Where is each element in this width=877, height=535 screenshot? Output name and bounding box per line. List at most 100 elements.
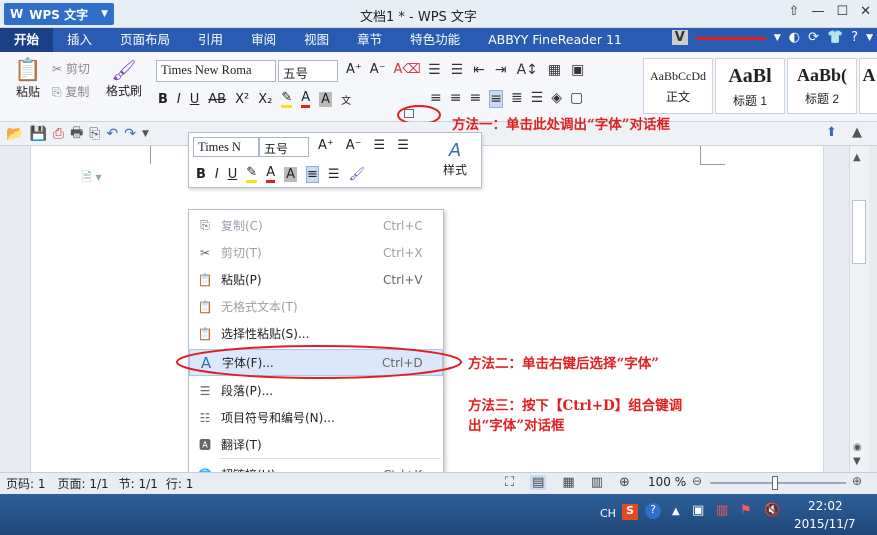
- bullets-icon[interactable]: ☰: [428, 62, 441, 78]
- menu-item-translate[interactable]: 🅰 翻译(T): [189, 431, 443, 458]
- scrollbar-thumb[interactable]: [852, 200, 866, 264]
- char-shading-icon[interactable]: A: [319, 91, 333, 107]
- menu-item-bullets[interactable]: ☷ 项目符号和编号(N)...: [189, 404, 443, 431]
- font-color-icon[interactable]: A: [301, 90, 311, 108]
- user-avatar[interactable]: V: [671, 30, 688, 45]
- app-menu-button[interactable]: W WPS 文字 ▼: [4, 3, 114, 25]
- shrink-font-icon[interactable]: A⁻: [370, 62, 386, 77]
- justify-icon[interactable]: ≡: [489, 90, 503, 108]
- tray-app-icon[interactable]: ▣: [692, 503, 704, 518]
- menu-item-cut[interactable]: ✂ 剪切(T) Ctrl+X: [189, 239, 443, 266]
- tab-home[interactable]: 开始: [0, 28, 54, 52]
- menu-item-paragraph[interactable]: ☰ 段落(P)...: [189, 377, 443, 404]
- style-normal[interactable]: AaBbCcDd 正文: [643, 58, 713, 114]
- bold-icon[interactable]: B: [158, 92, 168, 107]
- restore-ribbon-icon[interactable]: ⇧: [789, 4, 800, 19]
- mini-font-color-icon[interactable]: A: [266, 165, 276, 183]
- font-size-select[interactable]: 五号: [278, 60, 338, 82]
- flag-icon[interactable]: ⚑: [740, 503, 752, 518]
- chevron-down-icon[interactable]: ▼: [142, 129, 149, 139]
- upload-icon[interactable]: ⬆: [826, 125, 837, 140]
- copy-button[interactable]: ⎘ 复制: [52, 83, 90, 100]
- style-heading-2[interactable]: AaBb(标题 2: [787, 58, 857, 114]
- mini-shading-icon[interactable]: A: [284, 166, 297, 182]
- mini-numbering-icon[interactable]: ☰: [397, 138, 409, 153]
- print-icon[interactable]: 🖶: [70, 122, 83, 146]
- align-center-icon[interactable]: ≡: [450, 90, 462, 108]
- mini-shrink-font-icon[interactable]: A⁻: [346, 138, 362, 153]
- prev-page-icon[interactable]: ▲: [853, 152, 861, 163]
- tab-references[interactable]: 引用: [184, 28, 237, 52]
- zoom-slider[interactable]: [710, 482, 846, 484]
- font-name-select[interactable]: Times New Roma: [156, 60, 276, 82]
- mini-font-name-select[interactable]: Times N: [193, 137, 259, 157]
- tab-chapter[interactable]: 章节: [343, 28, 396, 52]
- tab-insert[interactable]: 插入: [53, 28, 106, 52]
- chevron-down-icon[interactable]: ▼: [774, 33, 781, 43]
- mini-underline-icon[interactable]: U: [228, 167, 238, 182]
- minimize-button[interactable]: —: [811, 4, 824, 19]
- save-icon[interactable]: 💾: [29, 126, 46, 142]
- clock-date[interactable]: 2015/11/7: [794, 517, 856, 531]
- select-browse-icon[interactable]: ◉: [853, 442, 862, 453]
- paste-button[interactable]: 📋 粘贴: [10, 58, 46, 100]
- zoom-slider-thumb[interactable]: [772, 476, 778, 490]
- skin-icon[interactable]: 👕: [827, 30, 843, 45]
- increase-indent-icon[interactable]: ⇥: [495, 62, 507, 78]
- show-marks-icon[interactable]: ▣: [571, 62, 584, 78]
- tab-view[interactable]: 视图: [290, 28, 343, 52]
- style-more[interactable]: A: [859, 58, 877, 114]
- volume-icon[interactable]: 🔇: [764, 503, 780, 518]
- print-preview-icon[interactable]: ⎘: [89, 126, 100, 142]
- undo-icon[interactable]: ↶: [107, 126, 119, 142]
- tab-review[interactable]: 审阅: [237, 28, 290, 52]
- fullscreen-icon[interactable]: ⛶: [505, 475, 514, 490]
- highlight-icon[interactable]: ✎: [281, 90, 293, 108]
- help-tray-icon[interactable]: ?: [645, 503, 661, 519]
- zoom-level[interactable]: 100 %: [648, 475, 686, 489]
- web-view-icon[interactable]: ⊕: [619, 475, 630, 490]
- grow-font-icon[interactable]: A⁺: [346, 62, 362, 77]
- collapse-icon[interactable]: ▲: [852, 125, 862, 140]
- vertical-scrollbar[interactable]: [849, 146, 869, 472]
- distribute-icon[interactable]: ≣: [511, 90, 523, 108]
- mini-font-size-select[interactable]: 五号: [259, 137, 309, 157]
- sync-icon[interactable]: ◐: [789, 30, 800, 45]
- export-pdf-icon[interactable]: ⎙: [53, 126, 64, 142]
- zoom-in-icon[interactable]: ⊕: [852, 474, 862, 488]
- redo-icon[interactable]: ↷: [124, 126, 136, 142]
- text-direction-icon[interactable]: A↕: [517, 62, 538, 78]
- mini-line-spacing-icon[interactable]: ☰: [328, 167, 340, 182]
- outline-view-icon[interactable]: ▦: [562, 475, 574, 490]
- paragraph-handle-icon[interactable]: 🗎 ▾: [82, 168, 102, 189]
- underline-icon[interactable]: U: [190, 92, 200, 107]
- strikethrough-icon[interactable]: AB: [208, 92, 226, 107]
- maximize-button[interactable]: ☐: [836, 4, 848, 19]
- tab-features[interactable]: 特色功能: [396, 28, 474, 52]
- chevron-down-icon[interactable]: ▼: [866, 33, 873, 43]
- mini-bullets-icon[interactable]: ☰: [374, 138, 386, 153]
- backup-icon[interactable]: ⟳: [808, 30, 819, 45]
- mini-styles-button[interactable]: A 样式: [443, 140, 467, 178]
- line-spacing-icon[interactable]: ☰: [531, 90, 544, 108]
- decrease-indent-icon[interactable]: ⇤: [473, 62, 485, 78]
- open-icon[interactable]: 📂: [6, 126, 23, 142]
- clear-format-icon[interactable]: A⌫: [394, 62, 421, 77]
- mini-italic-icon[interactable]: I: [215, 167, 219, 182]
- next-page-icon[interactable]: ▼: [853, 456, 861, 467]
- phonetic-icon[interactable]: 文: [341, 92, 351, 107]
- align-right-icon[interactable]: ≡: [469, 90, 481, 108]
- align-left-icon[interactable]: ≡: [430, 90, 442, 108]
- page-view-icon[interactable]: ▤: [530, 475, 547, 490]
- italic-icon[interactable]: I: [177, 92, 181, 107]
- mini-grow-font-icon[interactable]: A⁺: [318, 138, 334, 153]
- reading-view-icon[interactable]: ▥: [591, 475, 603, 490]
- menu-item-plain-text[interactable]: 📋 无格式文本(T): [189, 293, 443, 320]
- menu-item-copy[interactable]: ⎘ 复制(C) Ctrl+C: [189, 212, 443, 239]
- mini-bold-icon[interactable]: B: [196, 167, 206, 182]
- format-painter-button[interactable]: 🖌 格式刷: [104, 58, 144, 99]
- style-heading-1[interactable]: AaBl 标题 1: [715, 58, 785, 114]
- cut-button[interactable]: ✂ 剪切: [52, 60, 90, 77]
- wps-tray-icon[interactable]: S: [622, 504, 638, 520]
- network-icon[interactable]: ▥: [716, 503, 728, 518]
